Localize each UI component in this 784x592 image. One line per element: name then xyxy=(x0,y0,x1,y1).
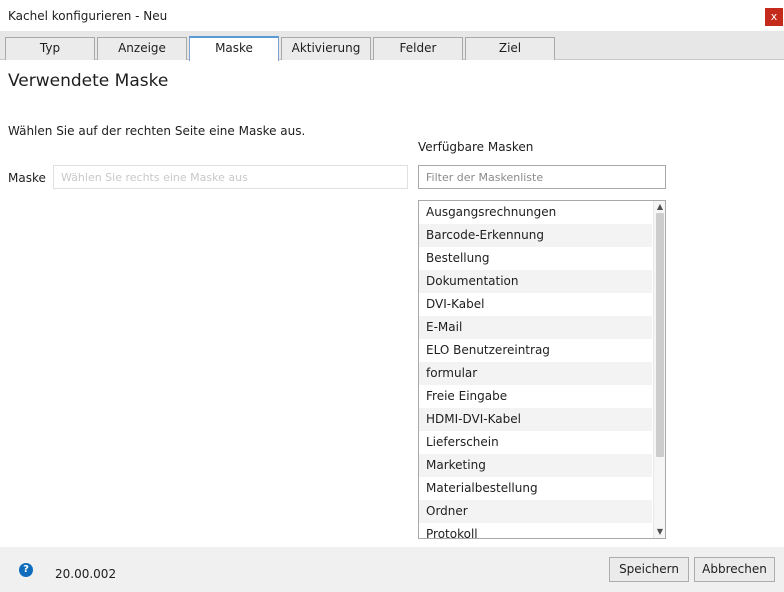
mask-list-item[interactable]: formular xyxy=(419,362,652,385)
version-label: 20.00.002 xyxy=(55,567,117,581)
available-masks-label: Verfügbare Masken xyxy=(418,140,534,154)
mask-list-item[interactable]: Dokumentation xyxy=(419,270,652,293)
save-button[interactable]: Speichern xyxy=(609,557,689,582)
mask-list-item[interactable]: Ordner xyxy=(419,500,652,523)
filter-input[interactable] xyxy=(418,165,666,189)
mask-list-item[interactable]: Ausgangsrechnungen xyxy=(419,201,652,224)
tab-anzeige[interactable]: Anzeige xyxy=(97,37,187,60)
tab-aktivierung[interactable]: Aktivierung xyxy=(281,37,371,60)
mask-list-item[interactable]: Lieferschein xyxy=(419,431,652,454)
scroll-up-icon[interactable]: ▲ xyxy=(654,201,665,213)
mask-label: Maske xyxy=(8,171,46,185)
tab-felder[interactable]: Felder xyxy=(373,37,463,60)
help-icon[interactable]: ? xyxy=(19,563,33,577)
mask-input[interactable] xyxy=(53,165,408,189)
mask-list-item[interactable]: Barcode-Erkennung xyxy=(419,224,652,247)
mask-list-item[interactable]: Materialbestellung xyxy=(419,477,652,500)
mask-list-item[interactable]: ELO Benutzereintrag xyxy=(419,339,652,362)
scroll-thumb[interactable] xyxy=(656,213,664,457)
section-heading: Verwendete Maske xyxy=(8,71,169,91)
mask-list-item[interactable]: HDMI-DVI-Kabel xyxy=(419,408,652,431)
cancel-button[interactable]: Abbrechen xyxy=(694,557,775,582)
close-button[interactable]: x xyxy=(765,8,783,26)
tab-typ[interactable]: Typ xyxy=(5,37,95,60)
footer: ? 20.00.002 Speichern Abbrechen xyxy=(0,547,784,592)
mask-list-item[interactable]: DVI-Kabel xyxy=(419,293,652,316)
mask-list-item[interactable]: Bestellung xyxy=(419,247,652,270)
window-title: Kachel konfigurieren - Neu xyxy=(8,9,168,23)
title-bar: Kachel konfigurieren - Neu x xyxy=(0,0,784,32)
tab-maske[interactable]: Maske xyxy=(189,36,279,61)
mask-list-item[interactable]: Protokoll xyxy=(419,523,652,538)
instruction-text: Wählen Sie auf der rechten Seite eine Ma… xyxy=(8,124,306,138)
mask-list[interactable]: Ausgangsrechnungen Barcode-Erkennung Beste… xyxy=(418,200,666,539)
list-scrollbar[interactable]: ▲ ▼ xyxy=(653,201,665,538)
scroll-down-icon[interactable]: ▼ xyxy=(654,526,665,538)
tab-bar: Typ Anzeige Maske Aktivierung Felder Zie… xyxy=(0,32,784,61)
tab-ziel[interactable]: Ziel xyxy=(465,37,555,60)
mask-list-item[interactable]: Marketing xyxy=(419,454,652,477)
mask-list-item[interactable]: Freie Eingabe xyxy=(419,385,652,408)
mask-list-item[interactable]: E-Mail xyxy=(419,316,652,339)
